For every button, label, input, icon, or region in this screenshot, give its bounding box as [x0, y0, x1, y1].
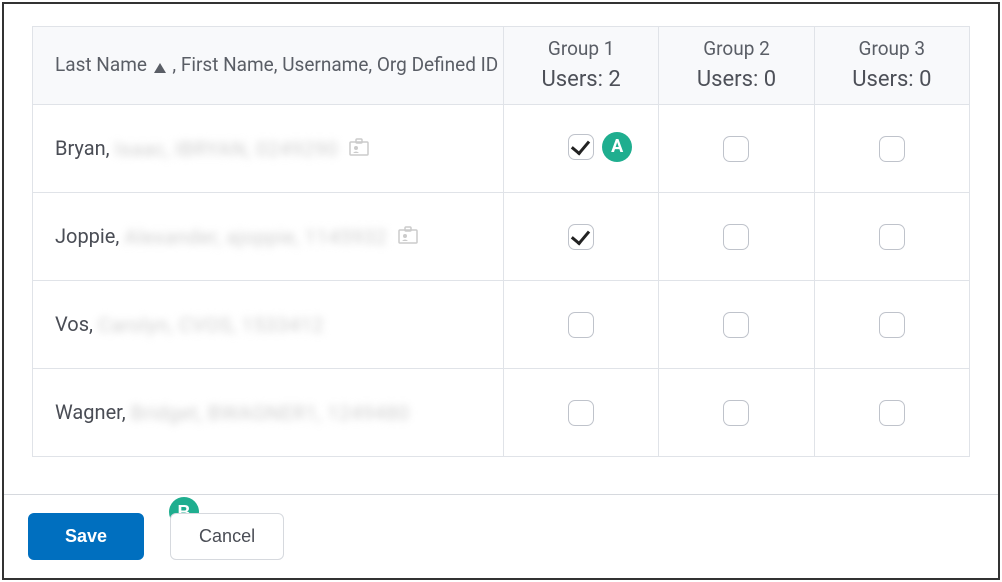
- save-button[interactable]: Save B: [28, 513, 144, 560]
- column-header-rest: , First Name, Username, Org Defined ID: [168, 53, 499, 76]
- enroll-users-panel: Last Name , First Name, Username, Org De…: [2, 2, 1000, 580]
- enroll-checkbox[interactable]: [879, 224, 905, 250]
- checkbox-cell: [504, 369, 659, 457]
- enroll-checkbox[interactable]: [723, 136, 749, 162]
- user-details-blurred: Carolyn, CVOS, 1533412: [98, 313, 324, 337]
- checkbox-cell: [814, 193, 969, 281]
- group-user-count: Users: 0: [659, 63, 813, 96]
- enroll-checkbox[interactable]: [568, 134, 594, 160]
- group-user-count: Users: 2: [504, 63, 658, 96]
- user-name-cell: Vos, Carolyn, CVOS, 1533412: [33, 281, 504, 369]
- sort-ascending-icon[interactable]: [154, 55, 166, 78]
- table-row: Joppie, Alexander, ajoppie, 1145932: [33, 193, 970, 281]
- profile-card-icon[interactable]: [349, 137, 369, 161]
- column-header-group-2: Group 2 Users: 0: [659, 27, 814, 105]
- enroll-checkbox[interactable]: [879, 312, 905, 338]
- group-name: Group 3: [815, 35, 969, 64]
- sort-column-lastname[interactable]: Last Name: [55, 53, 147, 76]
- checkbox-cell: [504, 281, 659, 369]
- enroll-checkbox[interactable]: [568, 400, 594, 426]
- cancel-button[interactable]: Cancel: [170, 513, 284, 560]
- user-lastname: Joppie,: [55, 224, 119, 248]
- group-name: Group 1: [504, 35, 658, 64]
- user-details-blurred: Isaac, IBRYAN, 0249290: [115, 137, 339, 161]
- checkbox-cell: [659, 281, 814, 369]
- footer-actions: Save B Cancel: [4, 494, 998, 578]
- user-name-cell: Bryan, Isaac, IBRYAN, 0249290: [33, 105, 504, 193]
- user-name-cell: Wagner, Bridget, BWAGNER1, 1249480: [33, 369, 504, 457]
- enroll-checkbox[interactable]: [879, 400, 905, 426]
- group-name: Group 2: [659, 35, 813, 64]
- user-details-blurred: Bridget, BWAGNER1, 1249480: [131, 401, 410, 425]
- enroll-checkbox[interactable]: [723, 400, 749, 426]
- table-row: Bryan, Isaac, IBRYAN, 0249290 A: [33, 105, 970, 193]
- user-name-cell: Joppie, Alexander, ajoppie, 1145932: [33, 193, 504, 281]
- enrollment-table: Last Name , First Name, Username, Org De…: [32, 26, 970, 457]
- checkbox-cell: [814, 281, 969, 369]
- checkbox-cell: [814, 105, 969, 193]
- column-header-group-1: Group 1 Users: 2: [504, 27, 659, 105]
- checkbox-cell: [659, 193, 814, 281]
- save-button-label: Save: [65, 526, 107, 546]
- table-container: Last Name , First Name, Username, Org De…: [4, 4, 998, 467]
- user-lastname: Vos,: [55, 312, 93, 336]
- enroll-checkbox[interactable]: [568, 312, 594, 338]
- profile-card-icon[interactable]: [398, 225, 418, 249]
- enroll-checkbox[interactable]: [879, 136, 905, 162]
- table-row: Wagner, Bridget, BWAGNER1, 1249480: [33, 369, 970, 457]
- annotation-marker-a: A: [602, 132, 632, 162]
- checkbox-cell: [814, 369, 969, 457]
- enroll-checkbox[interactable]: [568, 224, 594, 250]
- group-user-count: Users: 0: [815, 63, 969, 96]
- user-lastname: Bryan,: [55, 136, 110, 160]
- column-header-name[interactable]: Last Name , First Name, Username, Org De…: [33, 27, 504, 105]
- checkbox-cell: A: [504, 105, 659, 193]
- checkbox-cell: [504, 193, 659, 281]
- user-lastname: Wagner,: [55, 400, 126, 424]
- column-header-group-3: Group 3 Users: 0: [814, 27, 969, 105]
- enroll-checkbox[interactable]: [723, 224, 749, 250]
- enroll-checkbox[interactable]: [723, 312, 749, 338]
- checkbox-cell: [659, 369, 814, 457]
- user-details-blurred: Alexander, ajoppie, 1145932: [124, 225, 387, 249]
- table-row: Vos, Carolyn, CVOS, 1533412: [33, 281, 970, 369]
- checkbox-cell: [659, 105, 814, 193]
